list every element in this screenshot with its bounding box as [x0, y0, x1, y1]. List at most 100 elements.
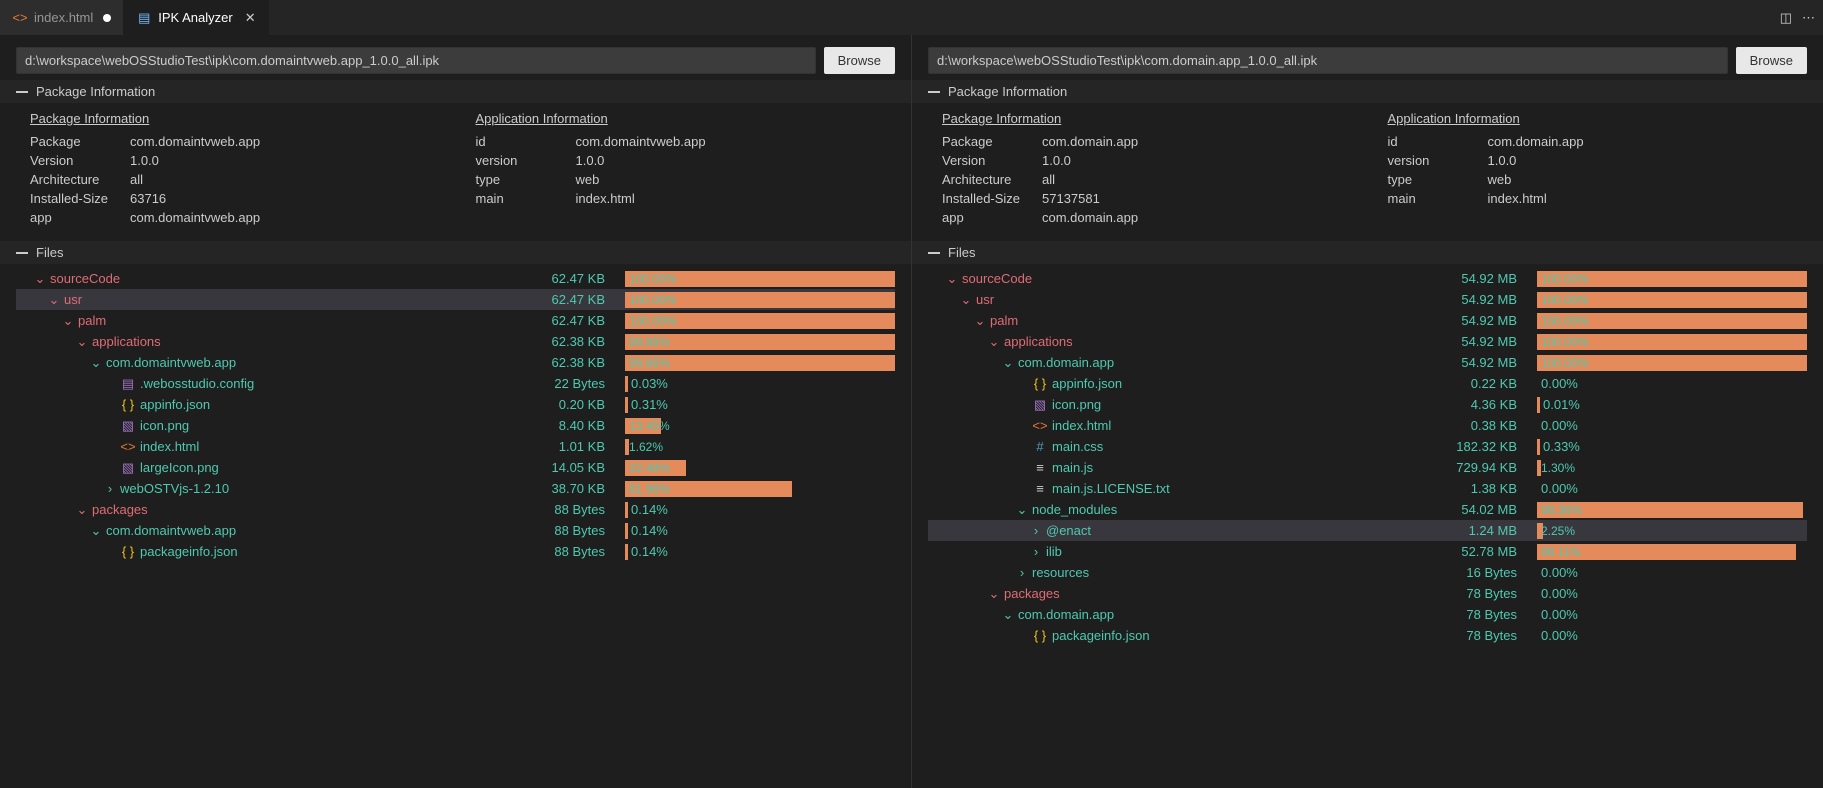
file-name: packages — [92, 502, 148, 517]
file-name: main.js.LICENSE.txt — [1052, 481, 1170, 496]
info-key: type — [476, 172, 576, 187]
file-tree-row[interactable]: ⌄applications54.92 MB100.00% — [928, 331, 1807, 352]
close-icon[interactable]: ✕ — [245, 10, 256, 26]
file-tree-row[interactable]: { }packageinfo.json78 Bytes0.00% — [928, 625, 1807, 646]
section-files[interactable]: Files — [0, 241, 911, 264]
file-name: @enact — [1046, 523, 1091, 538]
info-value: index.html — [576, 191, 635, 206]
file-tree-row[interactable]: <>index.html0.38 KB0.00% — [928, 415, 1807, 436]
section-files[interactable]: Files — [912, 241, 1823, 264]
info-value: com.domaintvweb.app — [130, 210, 260, 225]
file-size: 54.92 MB — [1437, 355, 1537, 370]
file-name: com.domaintvweb.app — [106, 355, 236, 370]
file-tree-row[interactable]: ▧icon.png4.36 KB0.01% — [928, 394, 1807, 415]
file-size: 38.70 KB — [525, 481, 625, 496]
analyzer-pane: BrowsePackage InformationPackage Informa… — [912, 35, 1823, 788]
file-name: .webosstudio.config — [140, 376, 254, 391]
file-tree-row[interactable]: ▤.webosstudio.config22 Bytes0.03% — [16, 373, 895, 394]
file-name: sourceCode — [962, 271, 1032, 286]
ipk-path-input[interactable] — [928, 47, 1728, 74]
file-type-icon: ≡ — [1032, 481, 1048, 497]
file-tree-row[interactable]: { }appinfo.json0.20 KB0.31% — [16, 394, 895, 415]
file-size: 4.36 KB — [1437, 397, 1537, 412]
file-tree-row[interactable]: ⌄palm62.47 KB100.00% — [16, 310, 895, 331]
file-size: 0.22 KB — [1437, 376, 1537, 391]
app-info-heading: Application Information — [1388, 111, 1794, 126]
info-value: 63716 — [130, 191, 166, 206]
file-size: 78 Bytes — [1437, 628, 1537, 643]
tab-index-html[interactable]: <> index.html — [0, 0, 124, 35]
file-percent-bar: 0.00% — [1537, 376, 1807, 391]
file-type-icon: # — [1032, 439, 1048, 455]
file-tree-row[interactable]: ›@enact1.24 MB2.25% — [928, 520, 1807, 541]
file-tree-row[interactable]: ›webOSTVjs-1.2.1038.70 KB61.96% — [16, 478, 895, 499]
file-size: 54.92 MB — [1437, 271, 1537, 286]
info-key: version — [1388, 153, 1488, 168]
info-key: Installed-Size — [942, 191, 1042, 206]
ipk-path-input[interactable] — [16, 47, 816, 74]
file-name: palm — [78, 313, 106, 328]
file-name: webOSTVjs-1.2.10 — [120, 481, 229, 496]
file-tree-row[interactable]: ⌄usr54.92 MB100.00% — [928, 289, 1807, 310]
file-tree-row[interactable]: ⌄node_modules54.02 MB98.36% — [928, 499, 1807, 520]
file-tree-row[interactable]: ≡main.js.LICENSE.txt1.38 KB0.00% — [928, 478, 1807, 499]
file-name: palm — [990, 313, 1018, 328]
file-size: 54.02 MB — [1437, 502, 1537, 517]
file-tree-row[interactable]: ⌄usr62.47 KB100.00% — [16, 289, 895, 310]
info-value: index.html — [1488, 191, 1547, 206]
file-tree-row[interactable]: ⌄sourceCode62.47 KB100.00% — [16, 268, 895, 289]
file-type-icon: { } — [120, 544, 136, 560]
info-key: Version — [30, 153, 130, 168]
file-tree-row[interactable]: ⌄packages78 Bytes0.00% — [928, 583, 1807, 604]
file-tree-row[interactable]: ⌄com.domaintvweb.app88 Bytes0.14% — [16, 520, 895, 541]
file-tree-row[interactable]: #main.css182.32 KB0.33% — [928, 436, 1807, 457]
file-percent-bar: 1.62% — [625, 439, 895, 455]
file-percent-bar: 100.00% — [625, 313, 895, 329]
file-tree-row[interactable]: ⌄applications62.38 KB99.86% — [16, 331, 895, 352]
file-name: com.domain.app — [1018, 355, 1114, 370]
file-type-icon: { } — [1032, 376, 1048, 392]
info-key: Version — [942, 153, 1042, 168]
file-size: 88 Bytes — [525, 544, 625, 559]
file-tree-row[interactable]: ⌄com.domaintvweb.app62.38 KB99.86% — [16, 352, 895, 373]
info-value: com.domaintvweb.app — [576, 134, 706, 149]
file-percent-bar: 98.36% — [1537, 502, 1807, 518]
file-tree-row[interactable]: ▧largeIcon.png14.05 KB22.48% — [16, 457, 895, 478]
file-tree-row[interactable]: <>index.html1.01 KB1.62% — [16, 436, 895, 457]
file-tree-row[interactable]: ⌄palm54.92 MB100.00% — [928, 310, 1807, 331]
file-tree-row[interactable]: ⌄com.domain.app78 Bytes0.00% — [928, 604, 1807, 625]
file-name: appinfo.json — [140, 397, 210, 412]
file-tree-row[interactable]: ⌄packages88 Bytes0.14% — [16, 499, 895, 520]
file-size: 54.92 MB — [1437, 313, 1537, 328]
browse-button[interactable]: Browse — [824, 47, 895, 74]
file-percent-bar: 96.11% — [1537, 544, 1807, 560]
file-name: packageinfo.json — [140, 544, 238, 559]
more-actions-icon[interactable]: ⋯ — [1802, 10, 1815, 26]
file-size: 0.20 KB — [525, 397, 625, 412]
file-tree: ⌄sourceCode62.47 KB100.00%⌄usr62.47 KB10… — [16, 268, 895, 562]
file-percent-bar: 0.14% — [625, 544, 895, 560]
tab-ipk-analyzer[interactable]: ▤ IPK Analyzer ✕ — [124, 0, 268, 35]
file-tree-row[interactable]: ≡main.js729.94 KB1.30% — [928, 457, 1807, 478]
file-tree-row[interactable]: ⌄com.domain.app54.92 MB100.00% — [928, 352, 1807, 373]
file-size: 0.38 KB — [1437, 418, 1537, 433]
file-percent-bar: 0.00% — [1537, 565, 1807, 580]
file-name: packages — [1004, 586, 1060, 601]
file-name: usr — [64, 292, 82, 307]
file-tree-row[interactable]: ›resources16 Bytes0.00% — [928, 562, 1807, 583]
file-tree-row[interactable]: { }appinfo.json0.22 KB0.00% — [928, 373, 1807, 394]
info-key: Architecture — [942, 172, 1042, 187]
file-size: 88 Bytes — [525, 502, 625, 517]
browse-button[interactable]: Browse — [1736, 47, 1807, 74]
file-tree-row[interactable]: ⌄sourceCode54.92 MB100.00% — [928, 268, 1807, 289]
section-package-info[interactable]: Package Information — [912, 80, 1823, 103]
editor-actions: ◫ ⋯ — [1772, 0, 1823, 35]
file-tree-row[interactable]: ▧icon.png8.40 KB13.45% — [16, 415, 895, 436]
section-package-info[interactable]: Package Information — [0, 80, 911, 103]
file-type-icon: { } — [1032, 628, 1048, 644]
split-editor-icon[interactable]: ◫ — [1780, 10, 1792, 26]
file-tree-row[interactable]: ›ilib52.78 MB96.11% — [928, 541, 1807, 562]
file-tree-row[interactable]: { } packageinfo.json 88 Bytes0.14% — [16, 541, 895, 562]
file-percent-bar: 100.00% — [625, 292, 895, 308]
section-title: Files — [36, 245, 63, 260]
